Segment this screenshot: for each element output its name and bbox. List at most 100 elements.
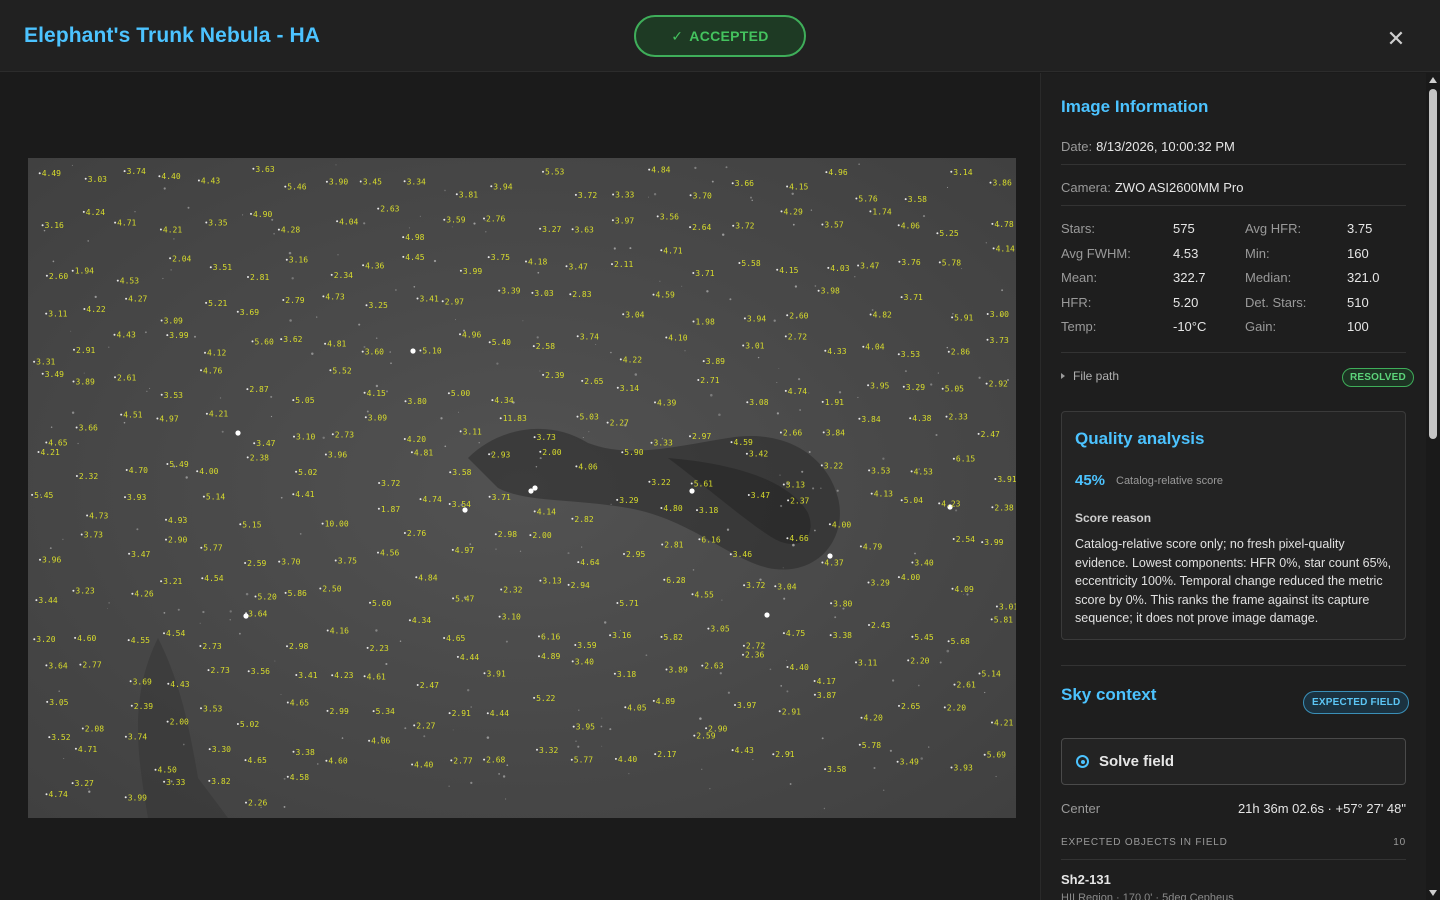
star-hfr-label: 3.45 — [363, 178, 382, 187]
star-dot — [525, 260, 527, 263]
star-hfr-label: 2.38 — [994, 503, 1013, 512]
star-dot — [245, 612, 248, 615]
star-dot — [780, 210, 783, 213]
star-hfr-label: 2.32 — [503, 586, 522, 595]
star-dot — [701, 664, 704, 667]
star-hfr-label: 4.53 — [120, 277, 139, 286]
star-dot — [136, 528, 139, 531]
star-dot — [448, 785, 450, 787]
star-dot — [48, 736, 51, 739]
star-hfr-label: 3.47 — [256, 439, 275, 448]
close-icon[interactable]: ✕ — [1382, 25, 1410, 53]
file-path-toggle[interactable]: File path — [1061, 369, 1119, 383]
object-name[interactable]: Sh2-131 — [1061, 872, 1111, 887]
star-dot — [108, 602, 110, 604]
star-dot — [652, 699, 655, 702]
star-hfr-label: 2.00 — [170, 718, 189, 727]
star-dot — [922, 215, 926, 218]
star-hfr-label: 5.78 — [942, 258, 961, 267]
star-hfr-label: 3.93 — [127, 493, 146, 502]
star-dot — [39, 558, 41, 561]
star-dot — [742, 644, 745, 647]
star-hfr-label: 4.66 — [789, 534, 808, 543]
star-dot — [939, 661, 942, 664]
star-dot — [238, 632, 241, 635]
star-dot — [71, 411, 75, 414]
star-dot — [375, 384, 379, 388]
star-hfr-label: 4.49 — [42, 169, 61, 178]
star-dot — [390, 362, 392, 365]
star-hfr-label: 3.33 — [654, 439, 673, 448]
scrollbar-thumb[interactable] — [1429, 89, 1437, 439]
star-dot — [990, 618, 993, 621]
star-hfr-label: 4.80 — [663, 504, 682, 513]
star-hfr-label: 3.69 — [133, 677, 152, 686]
scroll-up-icon[interactable] — [1429, 77, 1437, 83]
star-hfr-label: 4.76 — [203, 366, 222, 375]
star-hfr-label: 4.96 — [828, 168, 847, 177]
star-dot — [981, 541, 984, 544]
star-dot — [363, 675, 366, 678]
star-dot — [522, 320, 524, 322]
star-dot — [72, 380, 75, 383]
star-dot — [738, 262, 741, 264]
star-dot — [873, 766, 876, 770]
star-hfr-label: 3.73 — [84, 531, 103, 540]
star-dot — [37, 451, 40, 453]
star-hfr-label: 2.71 — [700, 376, 719, 385]
star-dot — [185, 476, 188, 479]
star-dot — [801, 470, 804, 473]
star-dot — [292, 750, 295, 753]
star-dot — [160, 393, 163, 396]
star-hfr-label: 3.90 — [329, 178, 348, 187]
star-dot — [575, 740, 577, 742]
accepted-status-badge[interactable]: ✓ ACCEPTED — [634, 15, 806, 57]
divider — [1061, 352, 1406, 353]
stat-label: Gain: — [1245, 319, 1277, 335]
star-dot — [448, 503, 451, 505]
star-dot — [341, 737, 344, 739]
star-dot — [394, 289, 397, 291]
star-dot — [322, 436, 325, 440]
star-dot — [729, 298, 732, 301]
quality-analysis-card: Quality analysis 45% Catalog-relative sc… — [1061, 411, 1406, 640]
star-dot — [160, 319, 163, 322]
star-hfr-label: 3.04 — [777, 582, 796, 591]
star-hfr-label: 4.34 — [494, 396, 513, 405]
star-hfr-label: 2.32 — [79, 472, 98, 481]
star-dot — [84, 177, 87, 180]
star-dot — [403, 438, 406, 440]
star-dot — [286, 701, 289, 704]
star-dot — [362, 264, 365, 267]
star-dot — [160, 580, 163, 583]
star-hfr-label: 3.72 — [735, 222, 754, 231]
expected-objects-label: EXPECTED OBJECTS IN FIELD — [1061, 837, 1228, 848]
star-hfr-label: 5.04 — [904, 496, 923, 505]
star-dot — [79, 663, 82, 666]
star-dot — [80, 533, 83, 536]
star-dot — [38, 172, 41, 175]
star-dot — [946, 346, 949, 349]
solve-field-button[interactable]: Solve field — [1061, 738, 1406, 785]
star-dot — [444, 189, 446, 192]
star-hfr-label: 3.35 — [208, 219, 227, 228]
star-dot — [496, 362, 499, 365]
star-hfr-label: 4.71 — [663, 246, 682, 255]
star-dot — [283, 777, 286, 780]
star-dot — [746, 401, 749, 404]
star-hfr-label: 3.32 — [539, 746, 558, 755]
star-dot — [253, 442, 256, 445]
star-hfr-label: 3.71 — [695, 269, 714, 278]
star-hfr-label: 4.43 — [117, 331, 136, 340]
star-dot — [49, 547, 52, 550]
star-dot — [326, 629, 329, 632]
panel-scrollbar[interactable] — [1426, 73, 1440, 900]
star-dot — [283, 805, 286, 808]
star-dot — [488, 495, 491, 498]
star-image[interactable]: 4.49 3.03 3.74 4.40 4.43 3.63 5.46 3.90 3.45 3.34… — [28, 158, 1016, 818]
scroll-down-icon[interactable] — [1429, 890, 1437, 896]
star-hfr-label: 3.10 — [296, 433, 315, 442]
star-dot — [814, 529, 816, 532]
star-hfr-label: 2.63 — [704, 662, 723, 671]
star-hfr-label: 5.10 — [422, 347, 441, 356]
